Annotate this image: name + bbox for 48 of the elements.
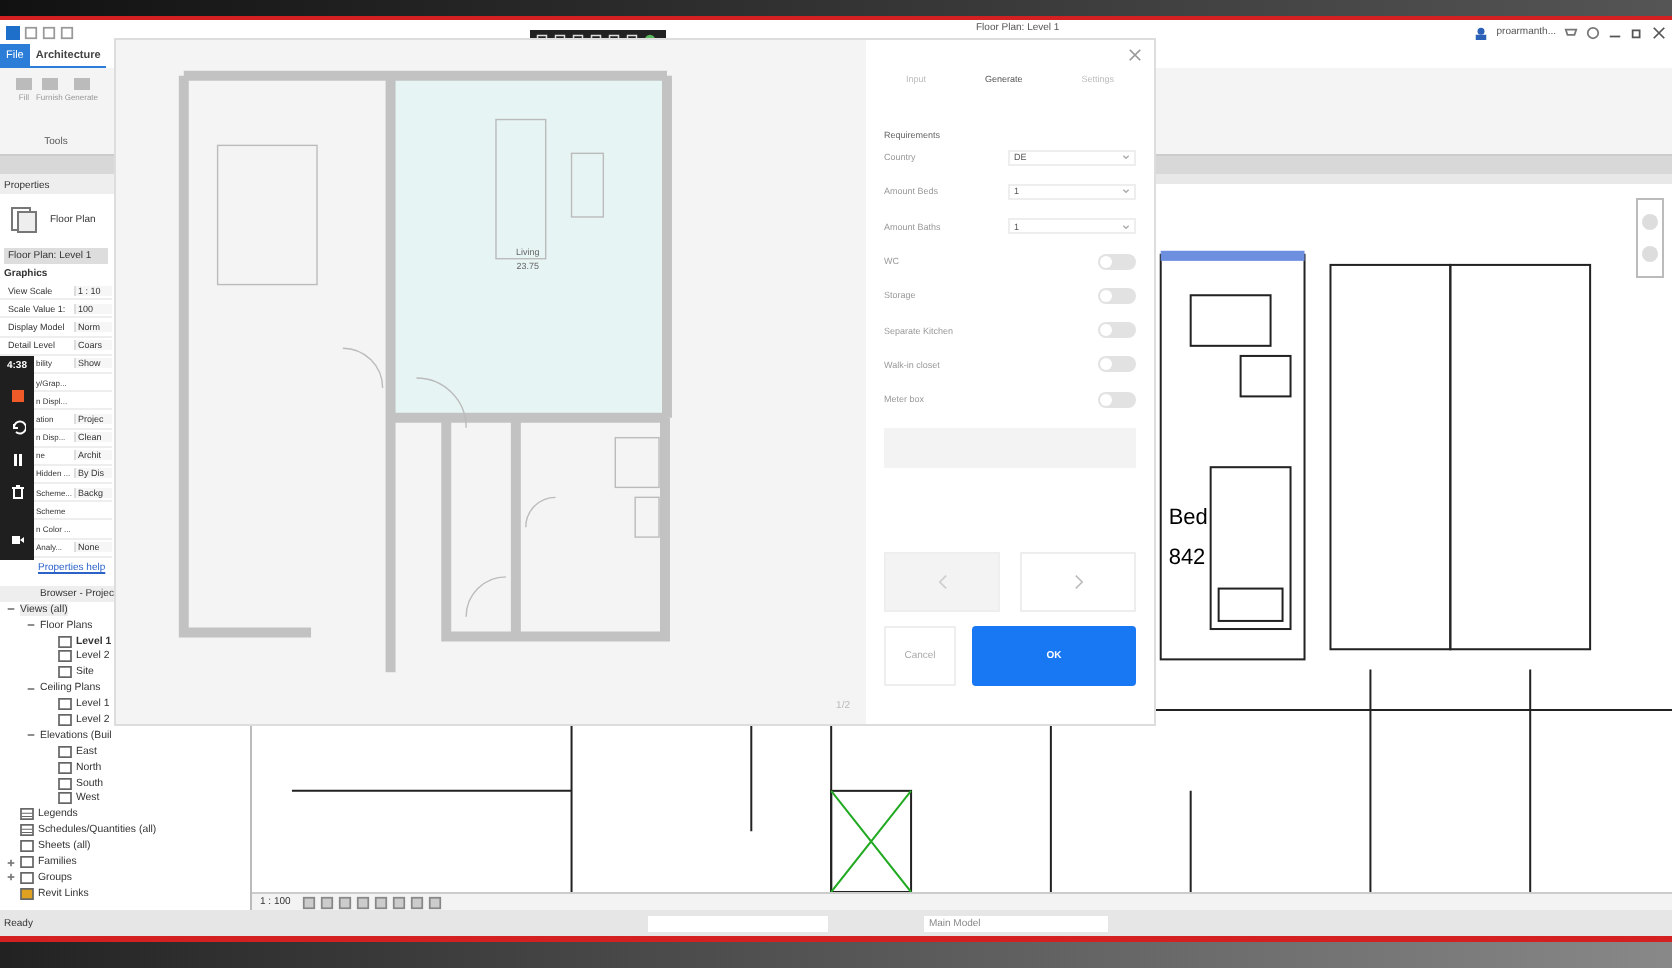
expand-toggle-icon[interactable] [6, 604, 16, 615]
cart-icon[interactable] [1564, 25, 1578, 39]
close-button[interactable] [1126, 44, 1146, 64]
floor-plan-icon [10, 206, 38, 234]
close-icon[interactable] [1652, 25, 1666, 39]
expand-toggle-icon[interactable] [6, 872, 16, 883]
tool-icon [39, 76, 60, 92]
expand-toggle-icon[interactable] [26, 683, 36, 694]
furniture-outline [1189, 294, 1272, 347]
expand-toggle-icon[interactable] [6, 857, 16, 867]
toggle-switch[interactable] [1098, 391, 1136, 408]
toggle-switch[interactable] [1098, 356, 1136, 373]
chevron-down-icon [1122, 154, 1130, 161]
expand-toggle-icon[interactable] [26, 730, 36, 741]
chevron-down-icon [1122, 223, 1130, 230]
chevron-right-icon [1073, 574, 1083, 591]
chevron-left-icon [937, 574, 947, 591]
browser-item-icon [20, 808, 34, 821]
room-label: Bed [1168, 505, 1208, 530]
tool-icon [71, 76, 92, 92]
furniture-outline [1217, 587, 1284, 622]
chevron-down-icon [1122, 188, 1130, 195]
expand-toggle-icon[interactable] [26, 620, 36, 631]
bed-outline [216, 144, 318, 286]
user-icon [1474, 25, 1489, 39]
workset-field[interactable] [648, 915, 829, 931]
shaft-outline [830, 789, 913, 892]
room-number: 842 [1168, 546, 1206, 571]
table-outline [570, 152, 605, 218]
browser-item-icon [20, 824, 34, 837]
fixture-outline [614, 436, 660, 489]
toggle-switch[interactable] [1098, 322, 1136, 339]
toggle-switch[interactable] [1098, 287, 1136, 304]
furniture-outline [1239, 354, 1292, 398]
navigation-bar-icon[interactable] [1636, 198, 1664, 278]
x-icon [1128, 47, 1142, 61]
fixture-outline [634, 496, 660, 538]
restore-icon[interactable] [1630, 25, 1644, 39]
tool-icon [13, 76, 34, 92]
help-icon[interactable] [1586, 25, 1600, 39]
app-logo-icon[interactable] [6, 25, 20, 39]
toggle-switch[interactable] [1098, 253, 1136, 270]
pause-icon[interactable] [9, 452, 25, 468]
sofa-outline [495, 118, 547, 260]
undo-icon[interactable] [9, 420, 25, 436]
trash-icon[interactable] [9, 484, 25, 500]
stop-icon[interactable] [9, 388, 25, 404]
camera-icon[interactable] [9, 532, 25, 548]
